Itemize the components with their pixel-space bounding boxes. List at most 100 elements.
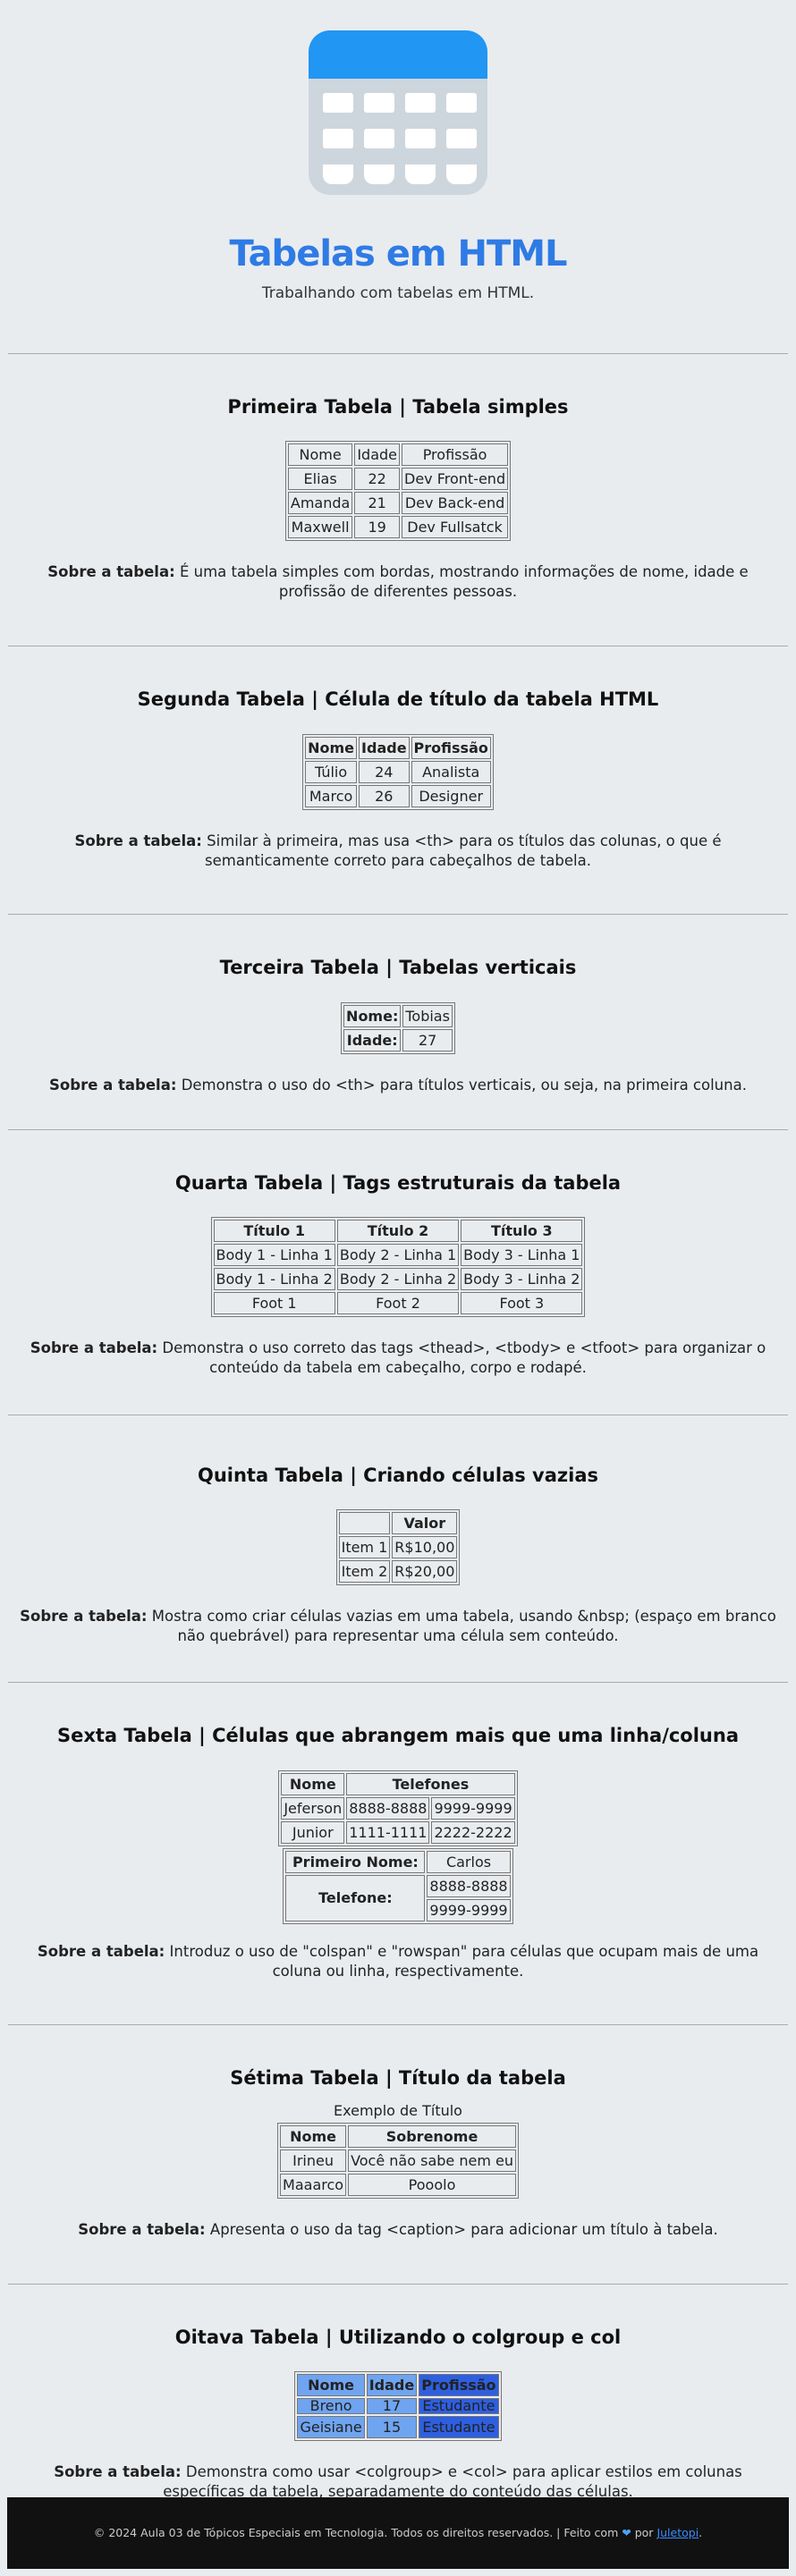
table-cell: 17 [366, 2397, 418, 2414]
table-header-row: Nome Idade Profissão [297, 2373, 499, 2396]
table-cell: 1111-1111 [346, 1820, 430, 1844]
table-row: Body 1 - Linha 2 Body 2 - Linha 2 Body 3 -… [213, 1268, 583, 1291]
table-header-cell: Nome [305, 736, 358, 759]
table-row: Item 2 R$20,00 [338, 1559, 458, 1583]
table-cell: Irineu [280, 2149, 347, 2173]
table-cell: Foot 2 [336, 1292, 460, 1315]
section-table-1: Primeira Tabela | Tabela simples Nome Ida… [0, 354, 796, 603]
table-header-cell: Primeiro Nome: [285, 1850, 426, 1873]
table-cell: Profissão [402, 443, 509, 467]
table-description: Sobre a tabela: É uma tabela simples com… [47, 563, 749, 601]
table-row: Nome Idade Profissão [287, 443, 509, 467]
table-cell: Dev Front-end [402, 468, 509, 491]
table-caption: Exemplo de Título Nome Sobrenome Irineu Vo… [277, 2102, 519, 2200]
section-heading: Quinta Tabela | Criando células vazias [197, 1464, 599, 1486]
table-row: Geisiane 15 Estudante [297, 2415, 499, 2438]
table-header-cell: Título 2 [336, 1220, 460, 1243]
table-cell: Foot 1 [213, 1292, 335, 1315]
table-cell: Túlio [305, 760, 358, 783]
table-vertical: Nome: Tobias Idade: 27 [341, 1001, 455, 1054]
table-cell: Body 3 - Linha 1 [461, 1244, 583, 1267]
table-cell: Nome [287, 443, 353, 467]
table-description: Sobre a tabela: Mostra como criar célula… [20, 1607, 776, 1645]
table-description: Sobre a tabela: Similar à primeira, mas … [74, 832, 722, 870]
table-row: Idade: 27 [343, 1028, 453, 1052]
table-cell: Designer [411, 784, 491, 807]
table-description: Sobre a tabela: Demonstra o uso correto … [30, 1339, 766, 1377]
table-cell: 27 [402, 1028, 453, 1052]
table-empty-cells: Valor Item 1 R$10,00 Item 2 R$20,00 [335, 1508, 461, 1585]
table-cell: Geisiane [297, 2415, 365, 2438]
section-heading: Oitava Tabela | Utilizando o colgroup e … [174, 2326, 622, 2348]
table-cell: Junior [281, 1820, 345, 1844]
table-th-headers: Nome Idade Profissão Túlio 24 Analista Marco… [302, 733, 494, 810]
table-cell: 9999-9999 [427, 1898, 511, 1921]
footer-by: por [634, 2526, 654, 2539]
table-row: Junior 1111-1111 2222-2222 [281, 1820, 515, 1844]
table-header-cell: Idade [359, 736, 410, 759]
table-cell: Item 1 [338, 1535, 391, 1558]
section-heading: Quarta Tabela | Tags estruturais da tabe… [174, 1171, 622, 1194]
table-cell: Body 1 - Linha 2 [213, 1268, 335, 1291]
page-footer: © 2024 Aula 03 de Tópicos Especiais em T… [7, 2497, 789, 2569]
table-row: Maxwell 19 Dev Fullsatck [287, 516, 509, 539]
page-title: Tabelas em HTML [229, 233, 567, 274]
table-cell: R$10,00 [392, 1535, 458, 1558]
section-heading: Segunda Tabela | Célula de título da tab… [137, 688, 659, 710]
author-link[interactable]: Juletopi [656, 2526, 699, 2539]
table-cell: Maaarco [280, 2174, 347, 2197]
section-table-2: Segunda Tabela | Célula de título da tab… [0, 646, 796, 872]
table-rowspan: Primeiro Nome: Carlos Telefone: 8888-8888 … [283, 1847, 513, 1924]
table-cell: Estudante [419, 2397, 499, 2414]
table-header-cell: Sobrenome [348, 2125, 516, 2149]
page-header: Tabelas em HTML Trabalhando com tabelas … [0, 0, 796, 302]
table-cell: Dev Back-end [402, 492, 509, 515]
table-cell: Analista [411, 760, 491, 783]
table-cell: 8888-8888 [346, 1796, 430, 1820]
table-header-cell: Profissão [419, 2373, 499, 2396]
section-table-7: Sétima Tabela | Título da tabela Exemplo… [0, 2025, 796, 2240]
table-colspan: Nome Telefones Jeferson 8888-8888 9999-9999… [278, 1769, 518, 1846]
table-simple: Nome Idade Profissão Elias 22 Dev Front-end … [284, 441, 512, 542]
table-cell: Tobias [402, 1004, 453, 1027]
table-row: Telefone: 8888-8888 [285, 1874, 511, 1921]
table-header-row: Título 1 Título 2 Título 3 [213, 1220, 583, 1243]
table-cell: Maxwell [287, 516, 353, 539]
table-cell: Foot 3 [461, 1292, 583, 1315]
table-cell: Body 2 - Linha 1 [336, 1244, 460, 1267]
table-structural: Título 1 Título 2 Título 3 Body 1 - Linha … [210, 1217, 586, 1318]
section-table-8: Oitava Tabela | Utilizando o colgroup e … [0, 2285, 796, 2503]
table-row: Breno 17 Estudante [297, 2397, 499, 2414]
table-cell: 15 [366, 2415, 418, 2438]
table-row: Nome: Tobias [343, 1004, 453, 1027]
table-cell: Dev Fullsatck [402, 516, 509, 539]
table-description: Sobre a tabela: Apresenta o uso da tag <… [78, 2221, 718, 2239]
table-cell: Estudante [419, 2415, 499, 2438]
table-cell: Pooolo [348, 2174, 516, 2197]
table-header-row: Nome Telefones [281, 1772, 515, 1795]
table-row: Body 1 - Linha 1 Body 2 - Linha 1 Body 3 -… [213, 1244, 583, 1267]
table-row: Irineu Você não sabe nem eu [280, 2149, 516, 2173]
section-table-5: Quinta Tabela | Criando células vazias V… [0, 1415, 796, 1647]
table-header-cell: Nome [281, 1772, 345, 1795]
table-footer-row: Foot 1 Foot 2 Foot 3 [213, 1292, 583, 1315]
table-description: Sobre a tabela: Introduz o uso de "colsp… [37, 1942, 759, 1980]
table-header-cell: Título 1 [213, 1220, 335, 1243]
section-heading: Primeira Tabela | Tabela simples [227, 396, 569, 418]
table-header-row: Valor [338, 1511, 458, 1534]
table-row: Maaarco Pooolo [280, 2174, 516, 2197]
section-heading: Terceira Tabela | Tabelas verticais [219, 957, 577, 979]
table-description: Sobre a tabela: Demonstra como usar <col… [54, 2462, 742, 2500]
footer-text: © 2024 Aula 03 de Tópicos Especiais em T… [93, 2526, 619, 2539]
table-header-cell: Telefone: [285, 1874, 426, 1921]
table-header-cell: Idade [366, 2373, 418, 2396]
table-row: Primeiro Nome: Carlos [285, 1850, 511, 1873]
table-cell: Amanda [287, 492, 353, 515]
table-header-cell: Valor [392, 1511, 458, 1534]
table-cell: Elias [287, 468, 353, 491]
table-cell: 19 [354, 516, 400, 539]
table-row: Elias 22 Dev Front-end [287, 468, 509, 491]
table-row: Amanda 21 Dev Back-end [287, 492, 509, 515]
section-table-6: Sexta Tabela | Células que abrangem mais… [0, 1683, 796, 1981]
table-cell: Você não sabe nem eu [348, 2149, 516, 2173]
